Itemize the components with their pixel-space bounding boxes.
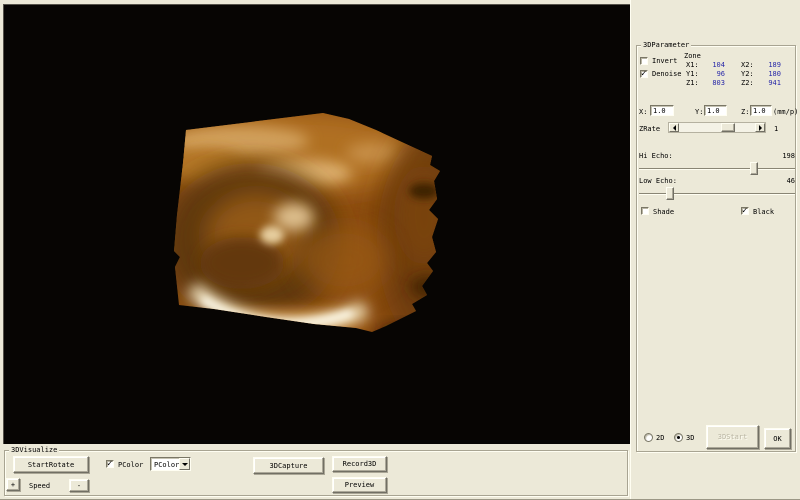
shade-checkbox[interactable] — [641, 207, 649, 215]
low-echo-slider-thumb[interactable] — [666, 187, 674, 200]
invert-checkbox[interactable] — [640, 57, 648, 65]
invert-label: Invert — [652, 57, 678, 65]
parameter-group-title: 3DParameter — [641, 41, 692, 49]
zrate-scroll-thumb[interactable] — [721, 123, 735, 132]
scale-unit-label: (mm/p) — [773, 108, 799, 116]
ultrasound-render — [174, 113, 440, 332]
pcolor-checkbox[interactable] — [106, 459, 114, 469]
ok-button[interactable]: OK — [764, 428, 791, 449]
parameter-groupbox: 3DParameter Invert Denoise Zone X1: 104 … — [636, 41, 799, 452]
preview-button[interactable]: Preview — [332, 477, 387, 493]
pcolor-dropdown[interactable]: PColor — [150, 457, 191, 471]
mode-3d-radio[interactable] — [674, 433, 683, 442]
zrate-scroll-right-button[interactable] — [755, 123, 765, 132]
zone-x2-value: 189 — [768, 61, 781, 69]
zrate-scrollbar[interactable] — [668, 122, 766, 133]
zone-y1-value: 96 — [716, 70, 725, 78]
mode-3d-label: 3D — [686, 434, 695, 442]
zone-x2-label: X2: — [741, 61, 754, 69]
mode-2d-radio[interactable] — [644, 433, 653, 442]
zrate-value: 1 — [774, 125, 779, 133]
record-button[interactable]: Record3D — [332, 456, 387, 472]
parameter-panel: 3DParameter Invert Denoise Zone X1: 104 … — [630, 0, 800, 499]
zone-y1-label: Y1: — [686, 70, 699, 78]
ultrasound-viewport[interactable] — [3, 4, 630, 444]
black-label: Black — [753, 208, 775, 216]
zone-z1-value: 803 — [712, 79, 725, 87]
speed-minus-button[interactable]: - — [69, 479, 89, 492]
pcolor-checkbox-label: PColor — [118, 461, 144, 469]
y-scale-label: Y: — [695, 108, 704, 116]
arrow-right-icon — [758, 124, 762, 131]
z-scale-label: Z: — [741, 108, 750, 116]
zrate-scroll-left-button[interactable] — [669, 123, 679, 132]
start-rotate-button[interactable]: StartRotate — [13, 456, 89, 473]
black-checkbox[interactable] — [741, 206, 749, 216]
hi-echo-slider-thumb[interactable] — [750, 162, 758, 175]
zone-z2-value: 941 — [768, 79, 781, 87]
shade-label: Shade — [653, 208, 675, 216]
low-echo-slider-track[interactable] — [639, 193, 795, 195]
visualize-groupbox: 3DVisualize StartRotate + Speed - PColor… — [4, 446, 628, 496]
speed-plus-button[interactable]: + — [6, 478, 20, 491]
denoise-checkbox[interactable] — [640, 69, 648, 79]
chevron-down-icon — [181, 462, 188, 466]
app-window: 3DParameter Invert Denoise Zone X1: 104 … — [0, 0, 800, 500]
z-scale-input[interactable] — [750, 105, 772, 116]
hi-echo-label: Hi Echo: — [639, 152, 673, 160]
low-echo-label: Low Echo: — [639, 177, 677, 185]
zrate-label: ZRate — [639, 125, 661, 133]
speed-label: Speed — [29, 482, 51, 490]
pcolor-dropdown-button[interactable] — [179, 458, 190, 470]
low-echo-value: 46 — [786, 177, 795, 185]
hi-echo-slider-track[interactable] — [639, 168, 795, 170]
x-scale-label: X: — [639, 108, 648, 116]
pcolor-dropdown-value: PColor — [154, 461, 180, 469]
start3d-button[interactable]: 3DStart — [706, 425, 759, 449]
visualize-group-title: 3DVisualize — [9, 446, 60, 454]
capture-button[interactable]: 3DCapture — [253, 457, 324, 474]
zone-z2-label: Z2: — [741, 79, 754, 87]
zone-x1-label: X1: — [686, 61, 699, 69]
x-scale-input[interactable] — [650, 105, 674, 116]
zone-label: Zone — [684, 52, 701, 60]
zone-x1-value: 104 — [712, 61, 725, 69]
arrow-left-icon — [672, 124, 676, 131]
zone-y2-label: Y2: — [741, 70, 754, 78]
hi-echo-value: 198 — [782, 152, 795, 160]
y-scale-input[interactable] — [704, 105, 727, 116]
zone-z1-label: Z1: — [686, 79, 699, 87]
mode-2d-label: 2D — [656, 434, 665, 442]
zone-y2-value: 180 — [768, 70, 781, 78]
denoise-label: Denoise — [652, 70, 682, 78]
